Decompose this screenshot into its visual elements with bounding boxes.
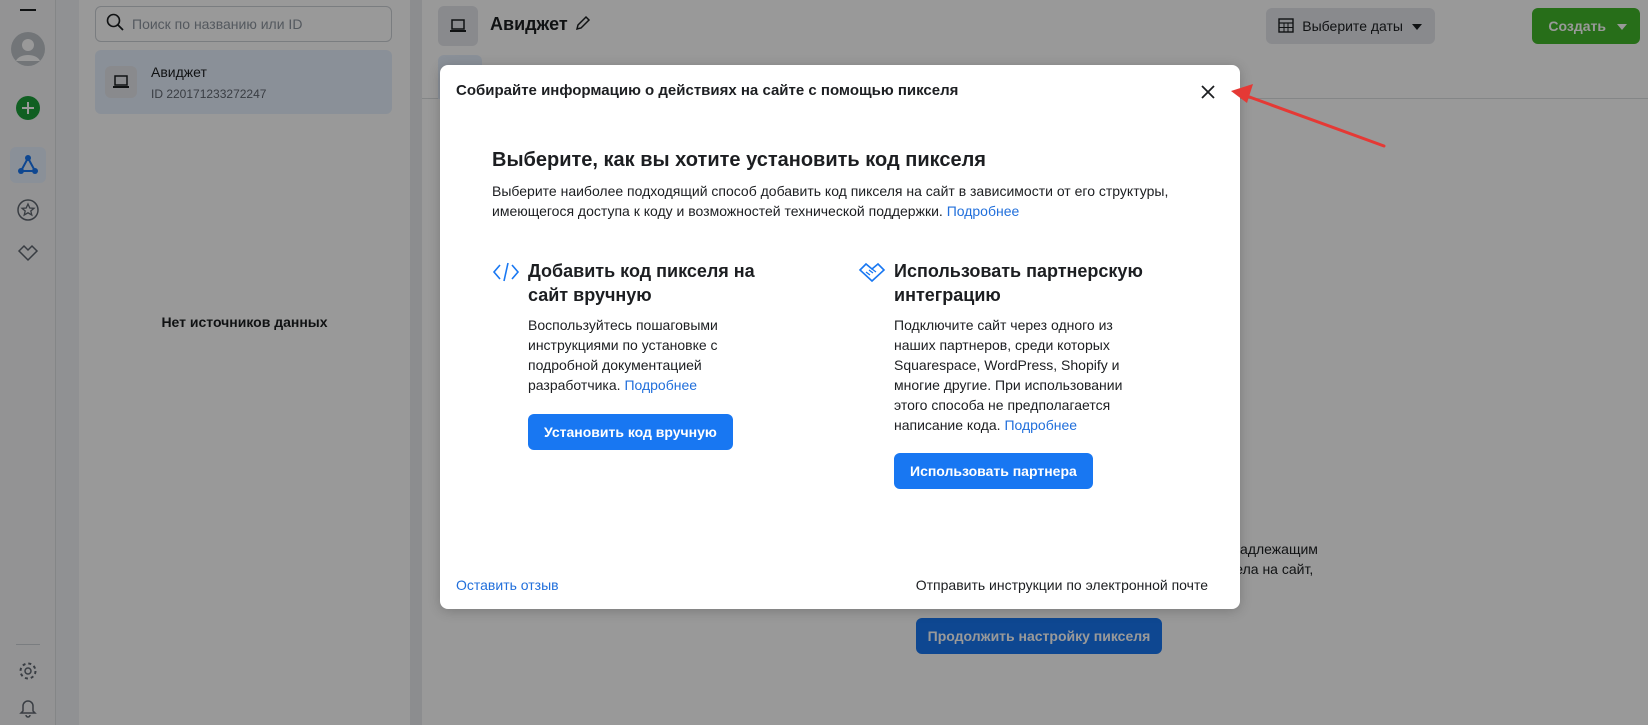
close-button[interactable] (1195, 79, 1221, 105)
code-icon (492, 261, 520, 285)
option-manual-learn-more-link[interactable]: Подробнее (624, 377, 697, 393)
dialog-title: Собирайте информацию о действиях на сайт… (456, 82, 959, 99)
handshake-icon (858, 261, 886, 285)
option-partner-description: Подключите сайт через одного из наших па… (894, 317, 1123, 433)
dialog-heading: Выберите, как вы хотите установить код п… (492, 149, 986, 171)
email-instructions-link[interactable]: Отправить инструкции по электронной почт… (916, 577, 1208, 593)
option-manual-text: Воспользуйтесь пошаговыми инструкциями п… (528, 315, 738, 395)
option-partner-learn-more-link[interactable]: Подробнее (1004, 417, 1077, 433)
option-partner-text: Подключите сайт через одного из наших па… (894, 315, 1134, 435)
option-manual-title: Добавить код пикселя на сайт вручную (528, 261, 755, 305)
dialog-description: Выберите наиболее подходящий способ доба… (492, 181, 1192, 221)
leave-feedback-link[interactable]: Оставить отзыв (456, 577, 559, 593)
install-manually-button[interactable]: Установить код вручную (528, 414, 733, 450)
learn-more-link[interactable]: Подробнее (947, 203, 1020, 219)
dialog-description-text: Выберите наиболее подходящий способ доба… (492, 183, 1169, 219)
close-icon (1201, 85, 1215, 99)
pixel-setup-dialog: Собирайте информацию о действиях на сайт… (440, 65, 1240, 609)
option-partner-title: Использовать партнерскую интеграцию (894, 261, 1143, 305)
use-partner-button[interactable]: Использовать партнера (894, 453, 1093, 489)
